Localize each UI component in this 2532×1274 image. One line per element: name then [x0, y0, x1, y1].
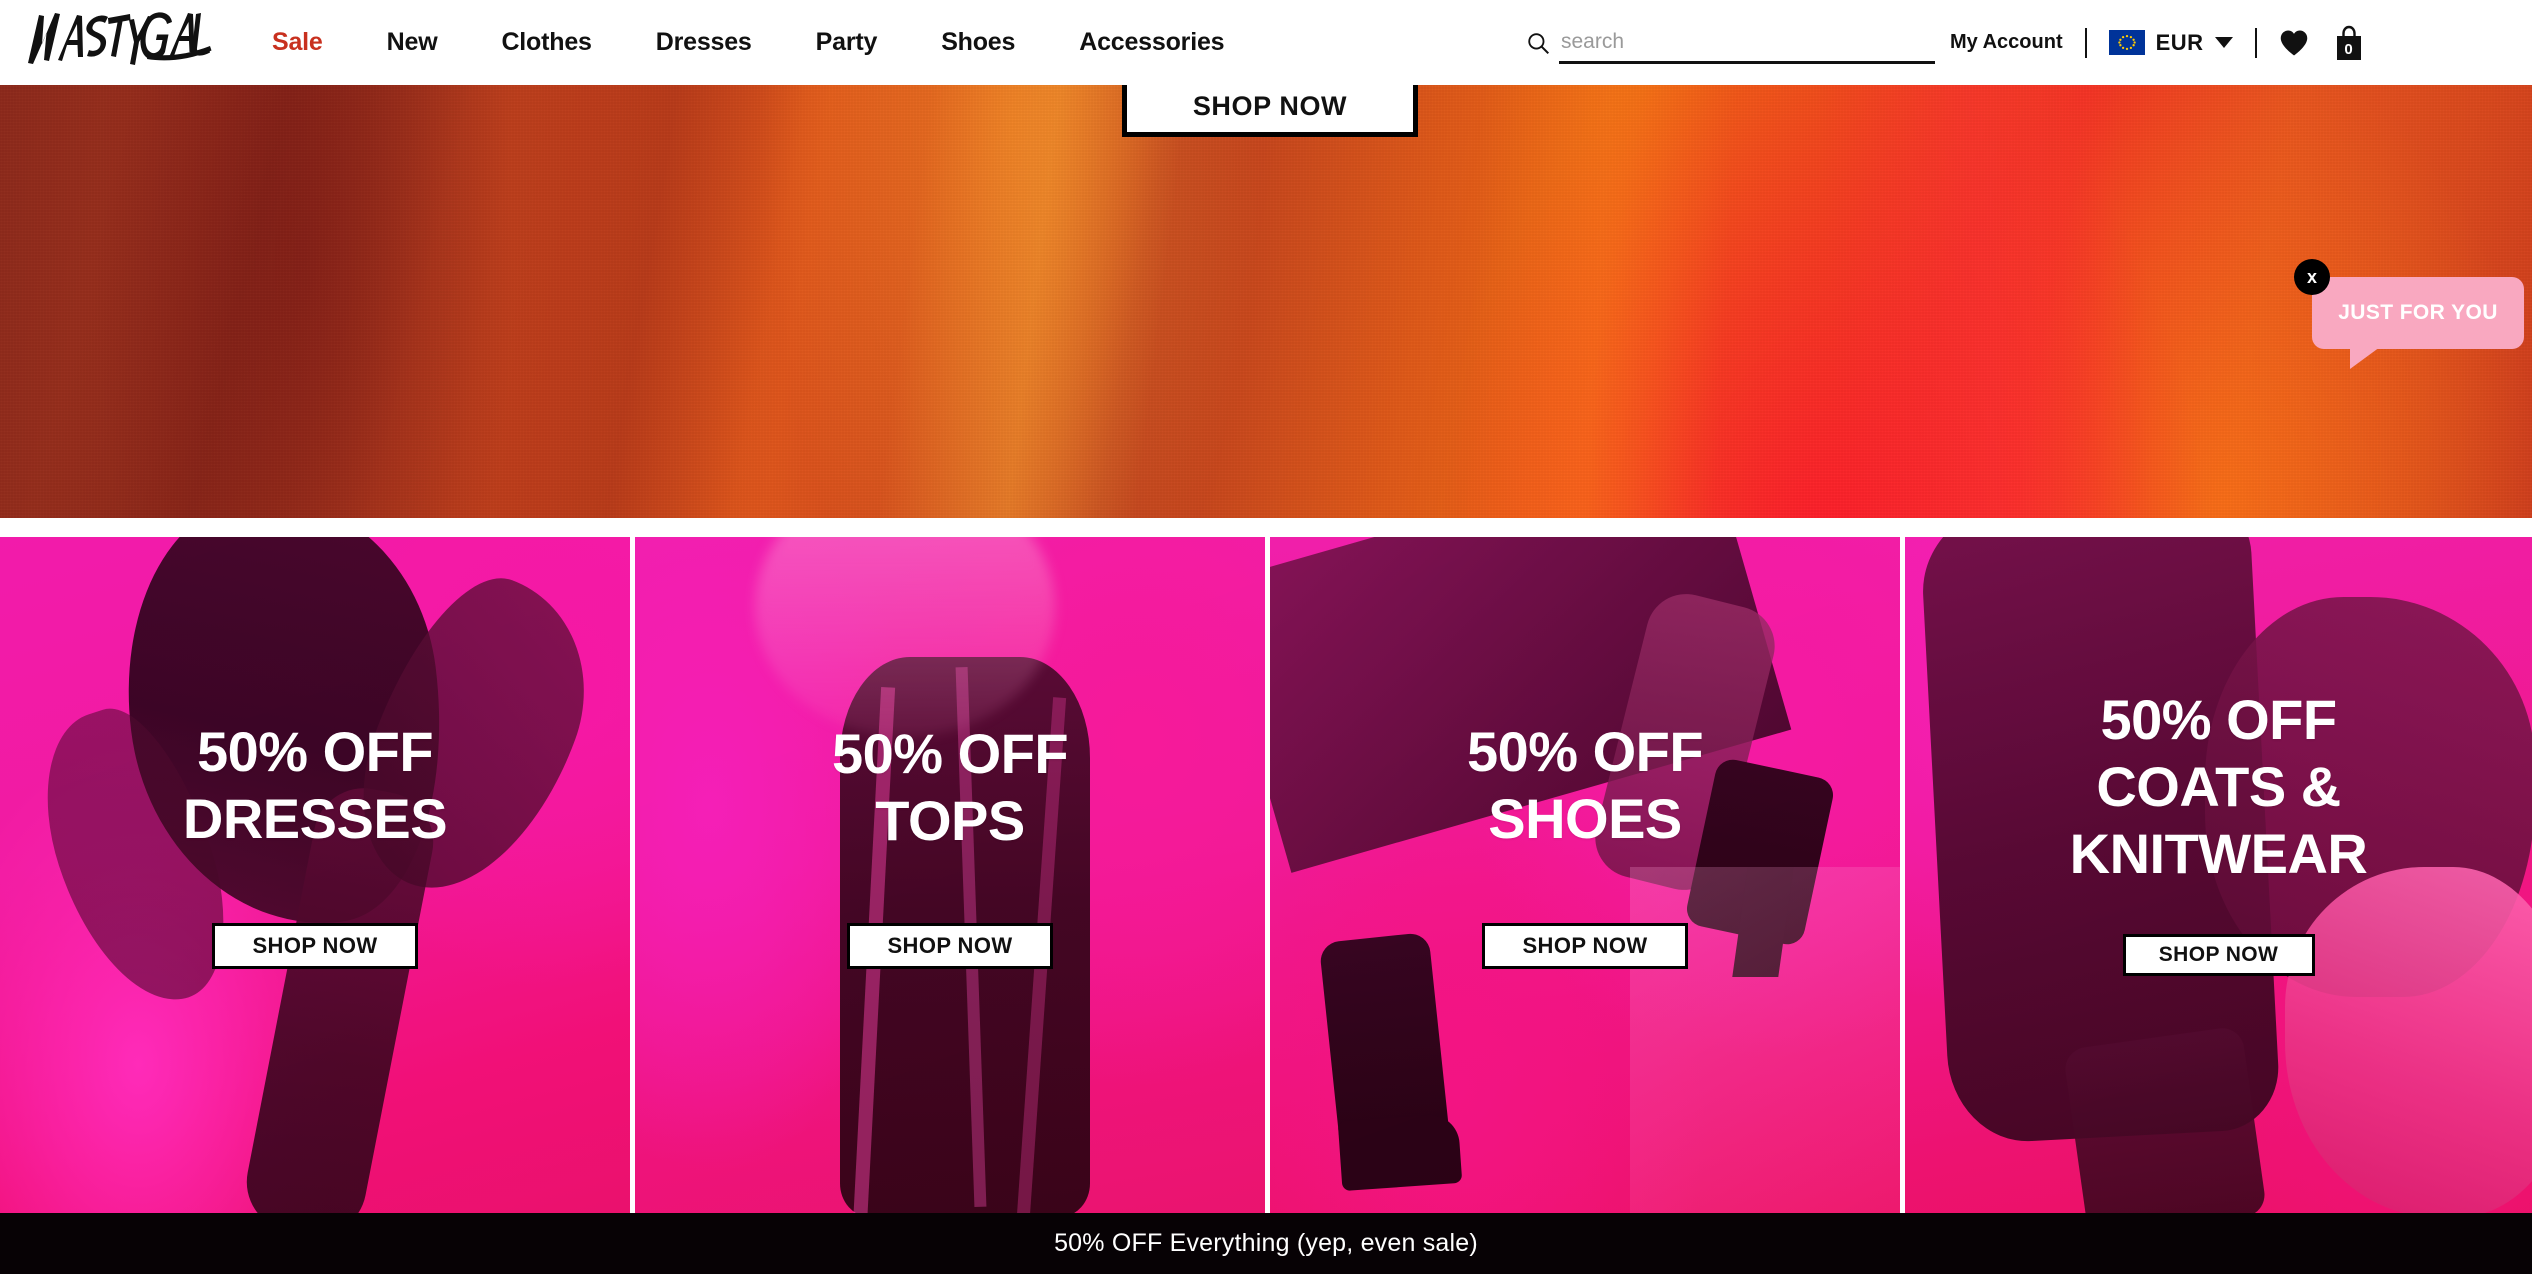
tile-content-tops: 50% OFF TOPS SHOP NOW — [635, 537, 1265, 1213]
promo-tile-dresses[interactable]: 50% OFF DRESSES SHOP NOW — [0, 537, 630, 1213]
close-icon[interactable]: x — [2294, 259, 2330, 295]
nav-item-shoes[interactable]: Shoes — [909, 0, 1047, 85]
hero-grain-texture — [0, 85, 2532, 518]
eu-flag-icon — [2108, 30, 2145, 55]
just-for-you-popover: x JUST FOR YOU — [2294, 259, 2524, 369]
just-for-you-label: JUST FOR YOU — [2338, 301, 2498, 324]
my-account-link[interactable]: My Account — [1950, 31, 2063, 54]
nasty-gal-wordmark-icon[interactable] — [22, 6, 212, 68]
tile-heading-line2: TOPS — [875, 789, 1025, 853]
tile-heading-line2: DRESSES — [182, 787, 448, 851]
tile-heading-line1: 50% OFF — [196, 720, 434, 783]
tile-heading-line1: 50% OFF — [1466, 720, 1704, 783]
site-header: Sale New Clothes Dresses Party Shoes Acc… — [0, 0, 2532, 85]
promo-banner-text: 50% OFF Everything (yep, even sale) — [1054, 1229, 1478, 1257]
tile-heading-line1: 50% OFF — [831, 722, 1069, 785]
promo-tile-shoes[interactable]: 50% OFF SHOES SHOP NOW — [1270, 537, 1900, 1213]
divider-2 — [2254, 27, 2257, 58]
tile-shop-now-button[interactable]: SHOP NOW — [847, 923, 1053, 970]
tile-shop-now-button[interactable]: SHOP NOW — [2122, 934, 2315, 977]
currency-code: EUR — [2155, 29, 2204, 55]
nav-item-clothes[interactable]: Clothes — [469, 0, 623, 85]
search-icon[interactable] — [1525, 28, 1551, 58]
promo-tile-coats-knitwear[interactable]: 50% OFF COATS & KNITWEAR SHOP NOW — [1905, 537, 2532, 1213]
shopping-bag-icon[interactable]: 0 — [2333, 24, 2365, 62]
heart-icon[interactable] — [2279, 28, 2309, 58]
promo-tiles-row: 50% OFF DRESSES SHOP NOW 50% OFF TOPS SH… — [0, 537, 2532, 1213]
tile-heading-line3: KNITWEAR — [2069, 822, 2368, 886]
promo-banner-bar[interactable]: 50% OFF Everything (yep, even sale) — [0, 1213, 2532, 1274]
tile-heading-line2: SHOES — [1488, 787, 1682, 851]
nav-item-dresses[interactable]: Dresses — [624, 0, 784, 85]
search-bar — [1525, 18, 1935, 64]
tile-content-shoes: 50% OFF SHOES SHOP NOW — [1270, 537, 1900, 1213]
hero-banner[interactable]: SHOP NOW x JUST FOR YOU — [0, 85, 2532, 518]
tile-shop-now-button[interactable]: SHOP NOW — [1482, 923, 1688, 970]
divider-1 — [2084, 27, 2087, 58]
main-navigation: Sale New Clothes Dresses Party Shoes Acc… — [240, 0, 1256, 85]
search-input[interactable] — [1559, 26, 1935, 64]
nav-item-sale[interactable]: Sale — [240, 0, 355, 85]
nav-item-party[interactable]: Party — [784, 0, 910, 85]
currency-selector[interactable]: EUR — [2108, 29, 2233, 56]
nav-item-new[interactable]: New — [355, 0, 470, 85]
account-utilities: My Account EUR 0 — [1950, 0, 2365, 85]
tile-heading-line1: 50% OFF — [2100, 688, 2337, 751]
hero-shop-now-button[interactable]: SHOP NOW — [1122, 85, 1418, 137]
nav-item-accessories[interactable]: Accessories — [1047, 0, 1256, 85]
chevron-down-icon — [2214, 37, 2233, 48]
tile-content-dresses: 50% OFF DRESSES SHOP NOW — [0, 537, 630, 1213]
tile-heading-line2: COATS & — [2096, 755, 2341, 819]
just-for-you-bubble[interactable]: JUST FOR YOU — [2312, 277, 2524, 369]
tile-content-coats: 50% OFF COATS & KNITWEAR SHOP NOW — [1905, 537, 2532, 1213]
promo-tile-tops[interactable]: 50% OFF TOPS SHOP NOW — [635, 537, 1265, 1213]
tile-shop-now-button[interactable]: SHOP NOW — [212, 923, 418, 970]
